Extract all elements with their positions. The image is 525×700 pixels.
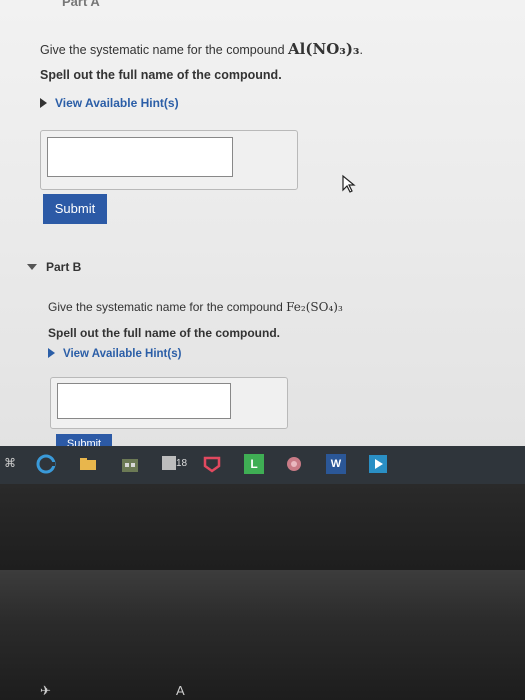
browser-screen: Part A Give the systematic name for the …: [0, 0, 525, 458]
part-a-question: Give the systematic name for the compoun…: [40, 40, 363, 58]
expand-triangle-icon: [40, 98, 47, 108]
part-b-hint-toggle[interactable]: View Available Hint(s): [48, 348, 181, 360]
edge-icon[interactable]: [36, 454, 56, 474]
collapse-triangle-icon[interactable]: [27, 264, 37, 270]
l-app-icon[interactable]: L: [244, 454, 264, 474]
part-b-formula: Fe₂(SO₄)₃: [286, 300, 343, 314]
part-a-question-suffix: .: [359, 43, 363, 57]
part-a-answer-input[interactable]: [47, 137, 233, 177]
media-icon[interactable]: [368, 454, 388, 474]
word-icon[interactable]: W: [326, 454, 346, 474]
keyboard-glyph-a: A: [176, 683, 185, 698]
taskbar-left-label: ⌘: [4, 456, 16, 470]
part-b-instruction: Spell out the full name of the compound.: [48, 326, 280, 340]
photos-icon[interactable]: [284, 454, 304, 474]
part-a-question-text: Give the systematic name for the compoun…: [40, 43, 289, 57]
part-a-instruction: Spell out the full name of the compound.: [40, 68, 282, 82]
store-icon[interactable]: [120, 454, 140, 474]
part-b-header[interactable]: Part B: [46, 260, 81, 274]
calendar-icon[interactable]: 18: [160, 454, 190, 474]
part-b-question-text: Give the systematic name for the compoun…: [48, 300, 287, 314]
part-a-hint-label: View Available Hint(s): [55, 96, 179, 110]
part-a-formula: Al(NO₃)₃: [288, 40, 360, 58]
part-a-answer-box: [40, 130, 298, 190]
laptop-keyboard: ✈ A: [0, 570, 525, 700]
windows-taskbar: ⌘ 18 L W: [0, 446, 525, 484]
laptop-bezel: [0, 484, 525, 570]
part-a-submit-button[interactable]: Submit: [43, 194, 107, 224]
part-b-hint-label: View Available Hint(s): [63, 348, 182, 360]
part-a-hint-toggle[interactable]: View Available Hint(s): [40, 96, 179, 110]
calendar-number: 18: [176, 458, 188, 469]
part-b-answer-box: [50, 377, 288, 429]
part-b-answer-input[interactable]: [57, 383, 231, 419]
mouse-cursor-icon: [342, 174, 356, 193]
part-b-question: Give the systematic name for the compoun…: [48, 300, 343, 314]
keyboard-glyph-plane: ✈: [40, 683, 51, 698]
office-icon[interactable]: [202, 454, 222, 474]
part-a-header: Part A: [62, 0, 100, 9]
expand-triangle-icon: [48, 348, 55, 358]
file-explorer-icon[interactable]: [78, 454, 98, 474]
